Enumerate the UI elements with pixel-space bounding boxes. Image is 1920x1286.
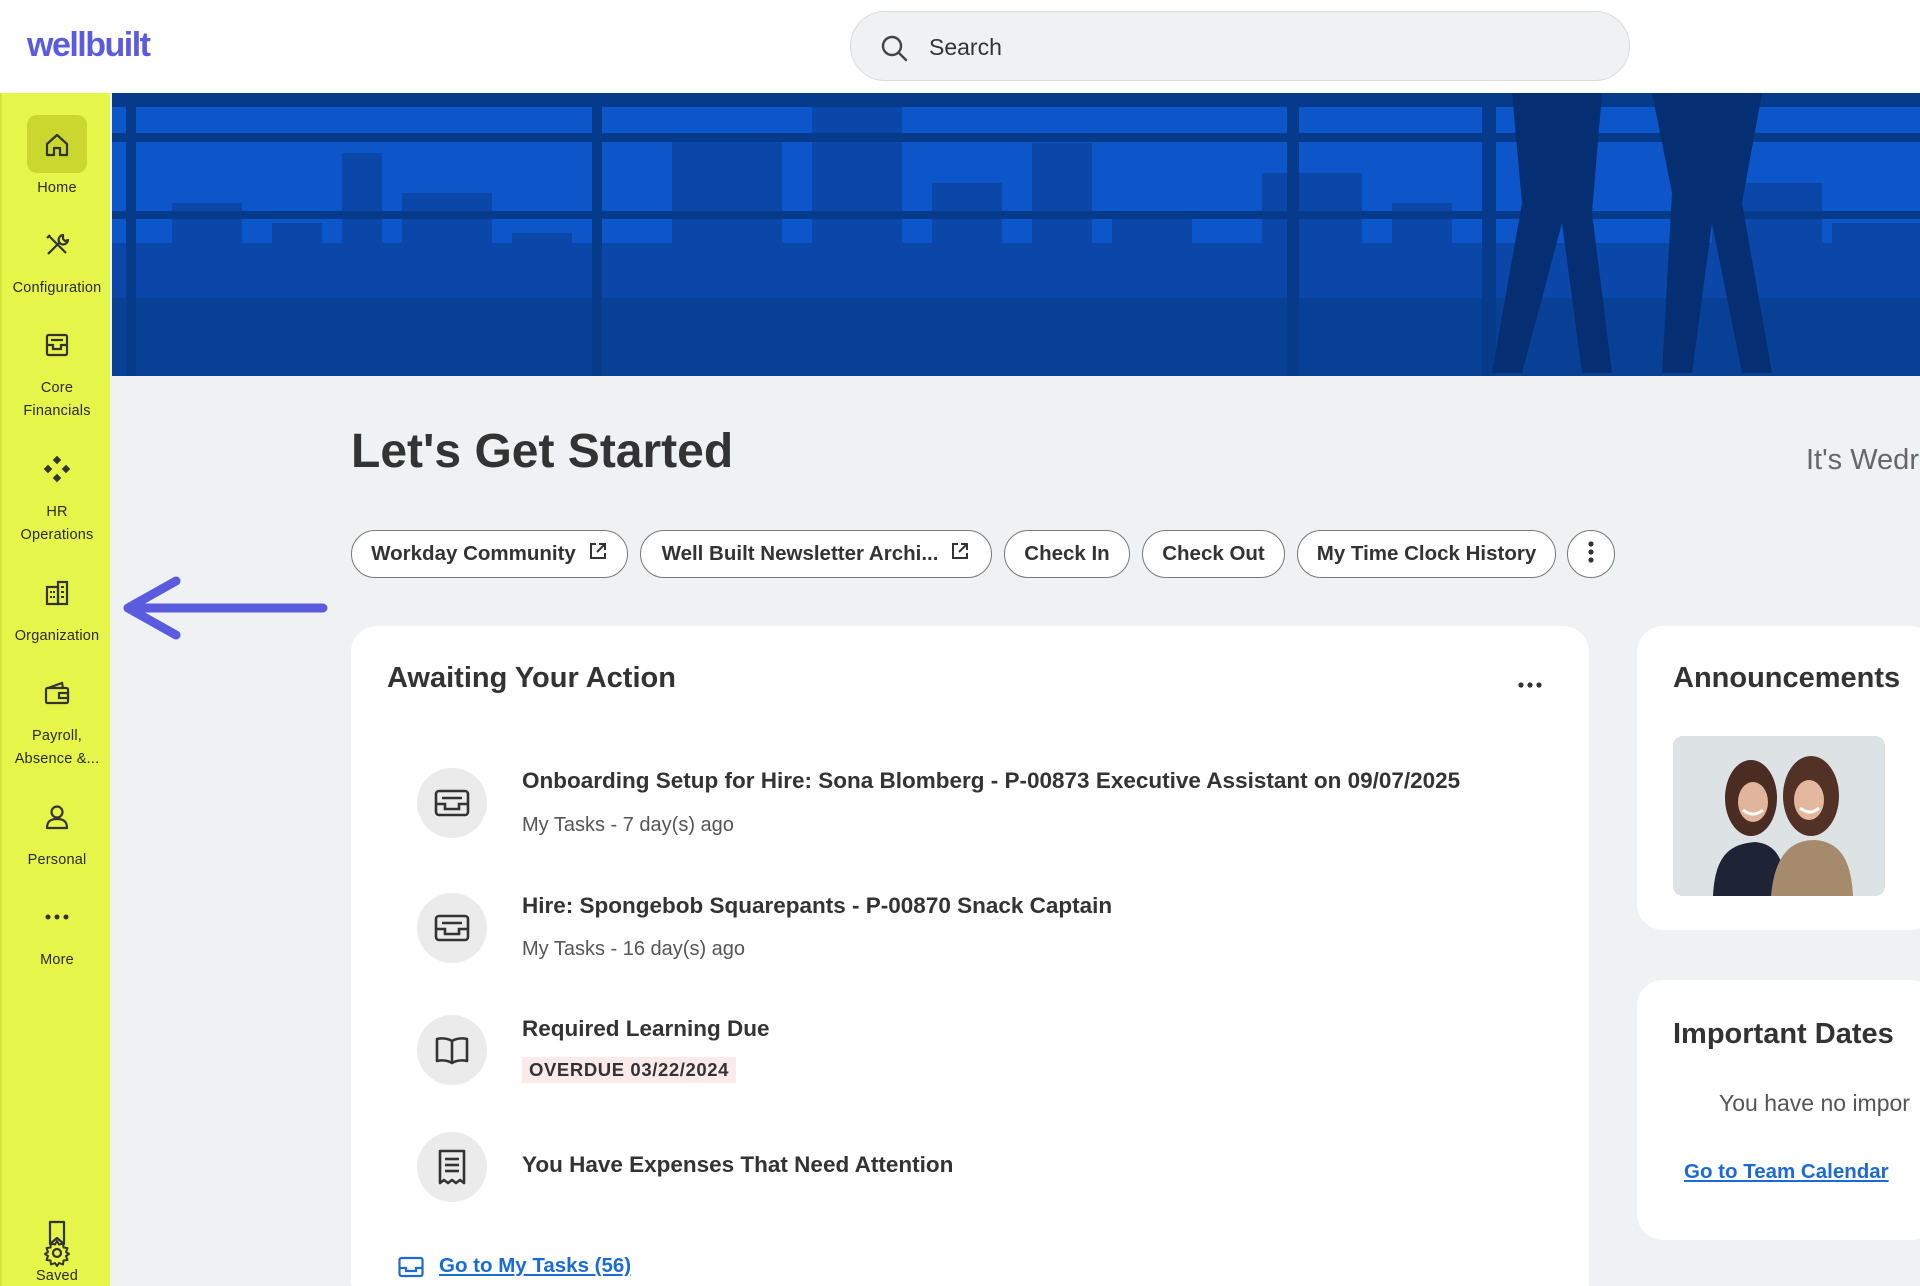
home-icon: [27, 115, 87, 173]
date-greeting: It's Wedr: [1806, 444, 1919, 476]
sidebar-item-hr-operations[interactable]: HR Operations: [2, 439, 112, 547]
chip-label: Check In: [1024, 542, 1110, 565]
wallet-icon: [27, 663, 87, 721]
sidebar-item-core-financials[interactable]: Core Financials: [2, 315, 112, 423]
receipt-icon: [417, 1132, 487, 1202]
inbox-tray-icon: [417, 893, 487, 963]
sidebar-item-label: Personal: [27, 852, 87, 868]
card-title: Announcements: [1673, 662, 1901, 694]
person-icon: [27, 787, 87, 845]
sidebar-item-label: Configuration: [12, 280, 102, 296]
card-title: Awaiting Your Action: [387, 662, 676, 694]
card-title: Important Dates: [1673, 1018, 1894, 1050]
page-title: Let's Get Started: [351, 425, 734, 478]
hero-banner: [112, 93, 1920, 376]
sidebar-item-label: Payroll, Absence &...: [14, 728, 100, 767]
sidebar-item-organization[interactable]: Organization: [2, 563, 112, 648]
sidebar-item-label: Organization: [14, 628, 100, 644]
sidebar-item-label: Home: [37, 180, 77, 196]
external-link-icon: [950, 541, 970, 567]
quick-link-newsletter[interactable]: Well Built Newsletter Archi...: [640, 530, 992, 578]
sidebar-item-configuration[interactable]: Configuration: [2, 215, 112, 300]
vertical-dots-icon: [1586, 540, 1596, 569]
empty-state-text: You have no impor: [1719, 1090, 1910, 1116]
tasks-inbox-icon: [398, 1256, 424, 1283]
important-dates-card: Important Dates You have no impor Go to …: [1637, 980, 1920, 1240]
sidebar-item-label: More: [40, 952, 74, 968]
chip-label: Workday Community: [371, 542, 576, 565]
sidebar: Home Configuration Core Financials HR Op…: [0, 93, 110, 1286]
inbox-tray-icon: [417, 768, 487, 838]
task-title[interactable]: Onboarding Setup for Hire: Sona Blomberg…: [522, 768, 1460, 794]
sidebar-item-label: HR Operations: [20, 504, 94, 543]
sidebar-item-home[interactable]: Home: [2, 115, 112, 200]
gear-icon: [27, 1223, 87, 1273]
task-title[interactable]: You Have Expenses That Need Attention: [522, 1152, 953, 1178]
quick-link-workday-community[interactable]: Workday Community: [351, 530, 628, 578]
sidebar-item-more[interactable]: More: [2, 887, 112, 972]
building-icon: [27, 563, 87, 621]
announcement-image[interactable]: [1673, 736, 1885, 896]
chip-label: My Time Clock History: [1316, 542, 1537, 565]
awaiting-action-card: Awaiting Your Action Onboarding Setup fo…: [351, 626, 1589, 1286]
pointer-arrow: [118, 575, 328, 650]
sidebar-item-personal[interactable]: Personal: [2, 787, 112, 872]
overdue-badge: OVERDUE 03/22/2024: [522, 1057, 737, 1083]
sidebar-item-payroll[interactable]: Payroll, Absence &...: [2, 663, 112, 771]
diamond-grid-icon: [27, 439, 87, 497]
sidebar-item-label: Core Financials: [23, 380, 91, 419]
book-icon: [417, 1015, 487, 1085]
task-subtitle: My Tasks - 7 day(s) ago: [522, 814, 734, 836]
search-icon: [879, 33, 909, 63]
chip-label: Well Built Newsletter Archi...: [661, 542, 939, 565]
card-menu-icon[interactable]: [1517, 676, 1543, 694]
sidebar-item-settings[interactable]: [2, 1223, 112, 1277]
external-link-icon: [588, 541, 608, 567]
top-bar: wellbuilt Search: [0, 0, 1920, 93]
task-title[interactable]: Required Learning Due: [522, 1016, 770, 1042]
task-subtitle: My Tasks - 16 day(s) ago: [522, 938, 746, 960]
quick-link-time-clock-history[interactable]: My Time Clock History: [1297, 530, 1556, 578]
go-to-my-tasks-link[interactable]: Go to My Tasks (56): [439, 1254, 631, 1278]
search-bar[interactable]: Search: [850, 11, 1630, 81]
search-input[interactable]: Search: [929, 34, 1002, 61]
inbox-tray-icon: [27, 315, 87, 373]
quick-link-check-out[interactable]: Check Out: [1142, 530, 1285, 578]
tools-icon: [27, 215, 87, 273]
company-logo[interactable]: wellbuilt: [27, 26, 151, 65]
quick-link-check-in[interactable]: Check In: [1004, 530, 1130, 578]
chip-label: Check Out: [1162, 542, 1265, 565]
quick-links-more-button[interactable]: [1567, 530, 1615, 578]
go-to-team-calendar-link[interactable]: Go to Team Calendar: [1684, 1160, 1889, 1184]
announcements-card: Announcements: [1637, 626, 1920, 930]
more-dots-icon: [27, 887, 87, 945]
task-title[interactable]: Hire: Spongebob Squarepants - P-00870 Sn…: [522, 893, 1112, 919]
